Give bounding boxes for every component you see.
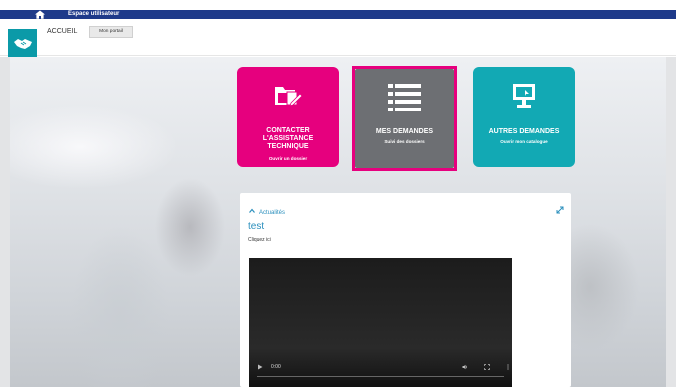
tile-subtitle: Ouvrir un dossier xyxy=(268,156,308,161)
desktop-icon xyxy=(513,84,535,108)
more-options-icon[interactable] xyxy=(505,364,511,370)
volume-icon[interactable] xyxy=(462,364,468,370)
page: Espace utilisateur ACCUEIL Mon portail C… xyxy=(0,0,676,387)
background-right-edge xyxy=(666,57,676,387)
topbar-title: Espace utilisateur xyxy=(68,11,120,17)
play-icon[interactable] xyxy=(257,364,263,370)
news-header[interactable]: Actualités xyxy=(249,208,285,217)
news-header-label: Actualités xyxy=(259,210,286,216)
tile-icon-wrap xyxy=(355,82,454,112)
tile-title-line: CONTACTER xyxy=(266,127,310,134)
background-left-edge xyxy=(0,57,10,387)
tile-icon-wrap xyxy=(473,81,575,111)
video-progress-bar[interactable] xyxy=(257,376,504,377)
video-time: 0:00 xyxy=(271,364,281,370)
portal-button[interactable]: Mon portail xyxy=(89,26,133,38)
news-body[interactable]: Cliquez ici xyxy=(248,237,271,243)
tile-title: CONTACTER L'ASSISTANCE TECHNIQUE xyxy=(237,127,339,151)
tile-my-requests[interactable]: MES DEMANDES Suivi des dossiers xyxy=(355,69,454,168)
folder-edit-icon xyxy=(275,87,303,107)
tile-title-line: L'ASSISTANCE xyxy=(262,135,314,142)
list-icon xyxy=(387,84,421,111)
tile-other-requests[interactable]: AUTRES DEMANDES Ouvrir mon catalogue xyxy=(473,67,575,167)
header: ACCUEIL Mon portail xyxy=(0,19,676,58)
chevron-up-icon xyxy=(249,208,255,213)
video-player[interactable]: 0:00 xyxy=(249,258,512,387)
expand-icon[interactable] xyxy=(556,206,564,214)
news-title[interactable]: test xyxy=(248,221,264,232)
tile-subtitle: Ouvrir mon catalogue xyxy=(500,139,548,144)
tile-title-line: TECHNIQUE xyxy=(267,143,309,150)
tile-title: MES DEMANDES xyxy=(375,128,434,135)
tile-title: AUTRES DEMANDES xyxy=(488,128,560,135)
tile-contact-support[interactable]: CONTACTER L'ASSISTANCE TECHNIQUE Ouvrir … xyxy=(237,67,339,167)
news-card: Actualités test Cliquez ici 0:00 xyxy=(240,193,571,387)
window-top-strip xyxy=(0,0,676,10)
logo[interactable] xyxy=(8,29,37,58)
breadcrumb[interactable]: ACCUEIL xyxy=(47,27,77,36)
top-bar: Espace utilisateur xyxy=(0,10,676,19)
home-icon[interactable] xyxy=(34,10,46,19)
handshake-icon xyxy=(13,38,32,49)
tile-icon-wrap xyxy=(237,81,339,111)
tile-subtitle: Suivi des dossiers xyxy=(384,139,425,144)
fullscreen-icon[interactable] xyxy=(484,364,490,370)
